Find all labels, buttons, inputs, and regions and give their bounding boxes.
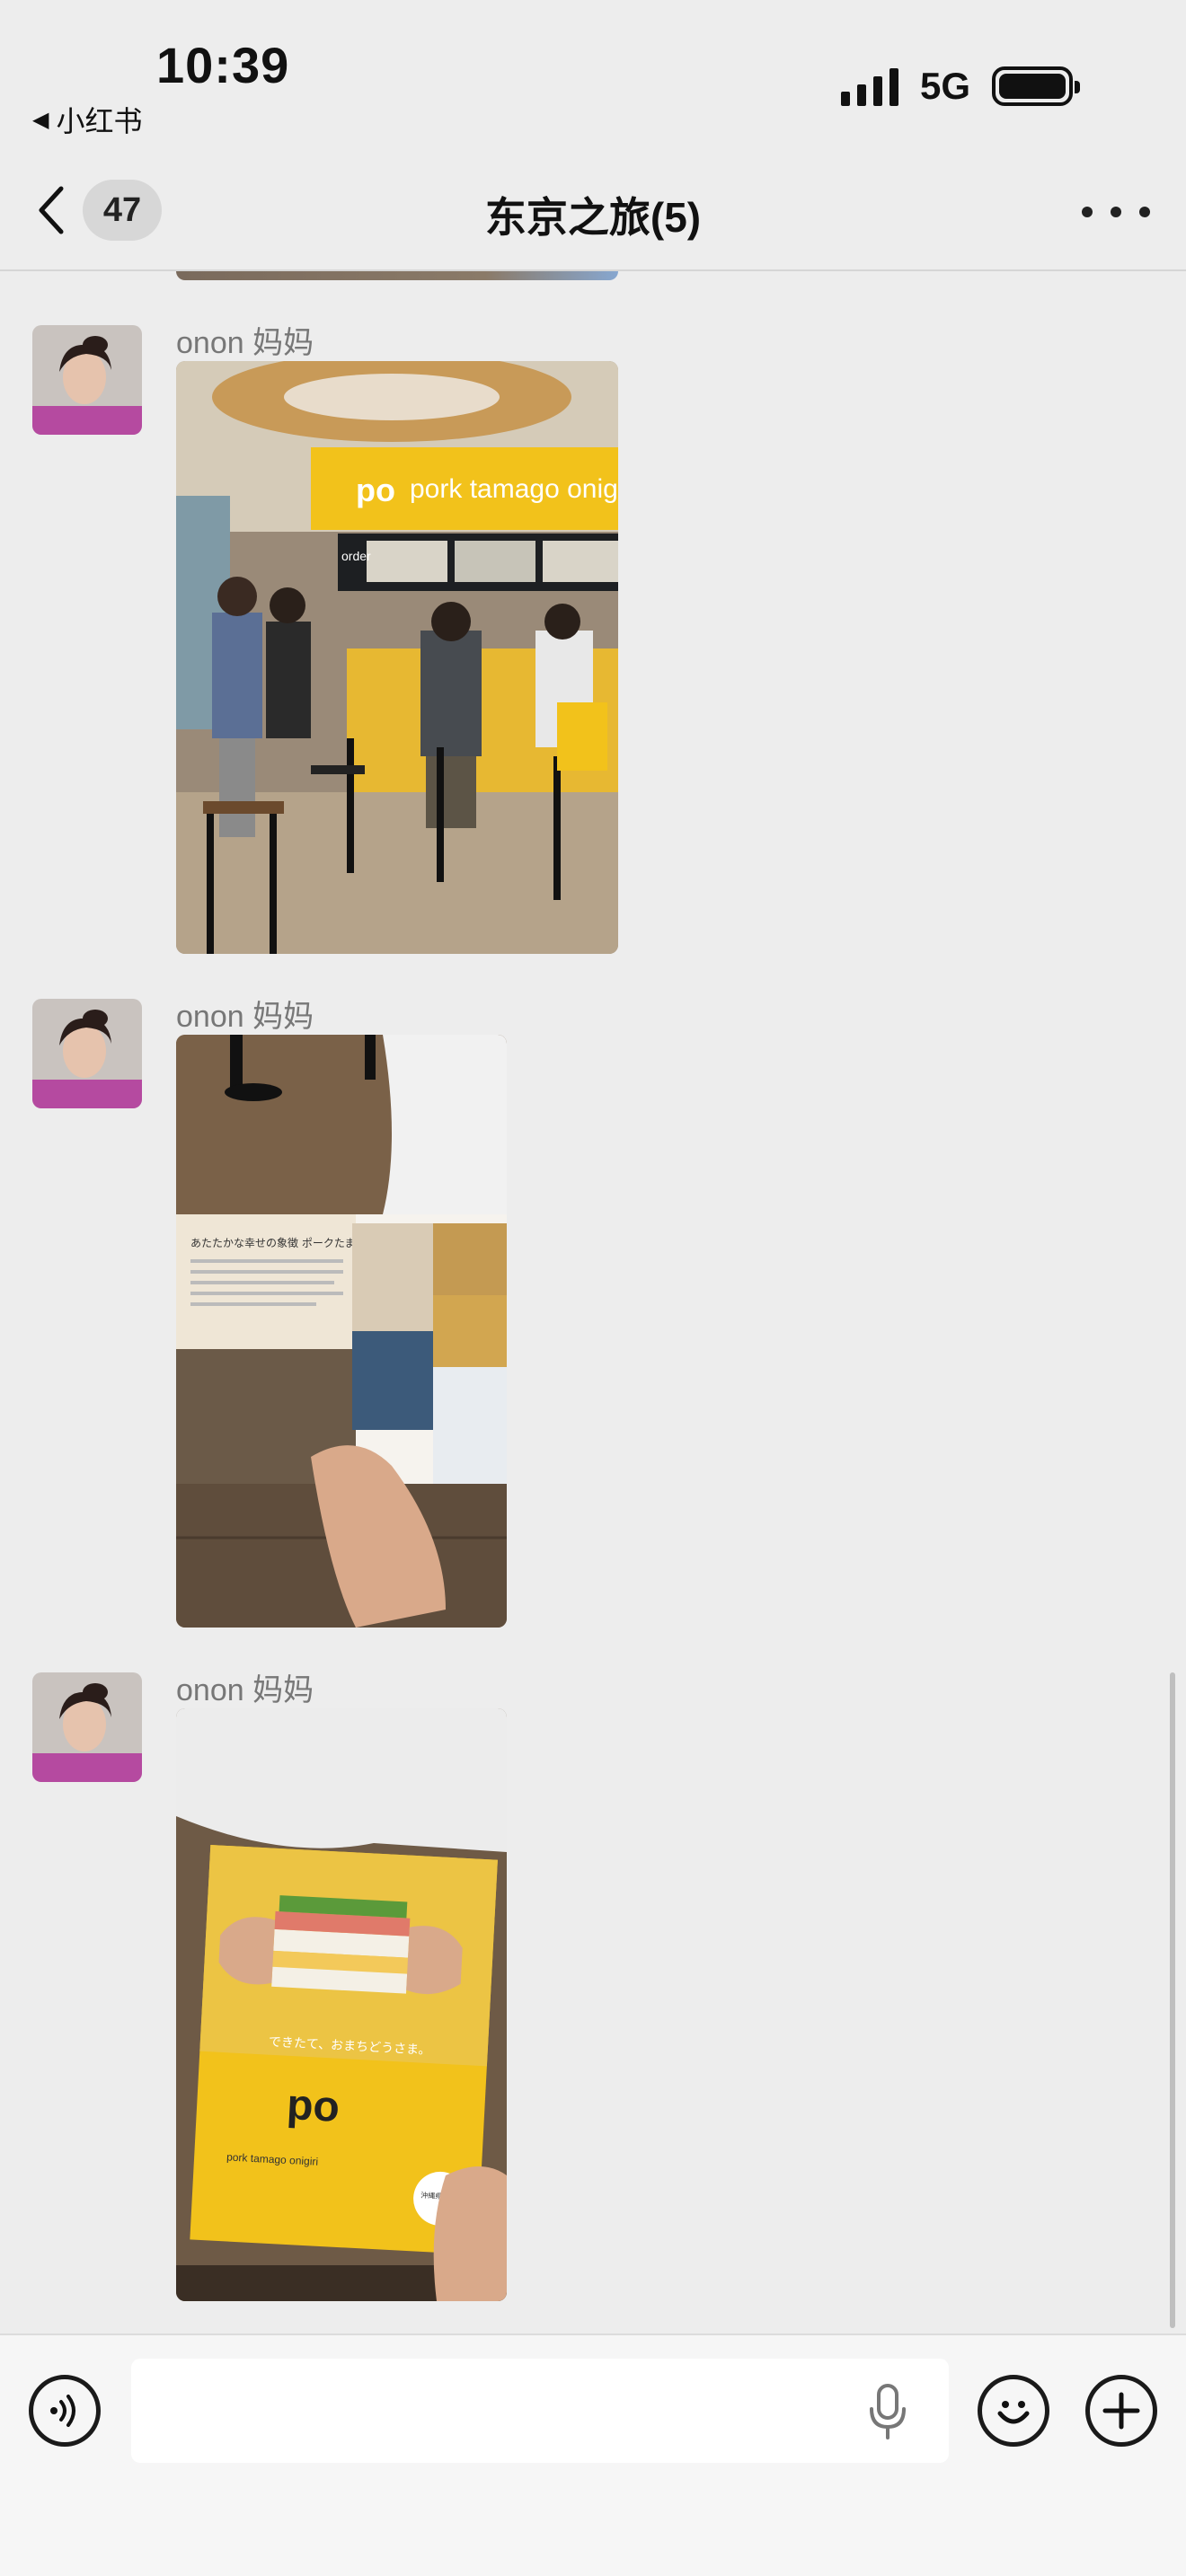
plus-icon [1102, 2392, 1140, 2430]
status-time: 10:39 [156, 37, 290, 93]
previous-photo-edge[interactable] [176, 271, 618, 280]
chat-header: 47 东京之旅(5) [0, 153, 1186, 271]
emoji-button[interactable] [978, 2375, 1049, 2447]
logo-text: po [356, 472, 395, 508]
voice-wave-icon [50, 2395, 75, 2427]
shop-sign-text: pork tamago onigi [410, 474, 618, 504]
cellular-signal-icon [841, 68, 898, 106]
more-dots-icon [1082, 207, 1093, 217]
input-bar [0, 2333, 1186, 2576]
photo-flyer-cover[interactable]: できたて、おまちどうさま。 po pork tamago onigiri 沖縄県… [176, 1708, 507, 2301]
emoji-smile-icon [997, 2401, 1030, 2424]
avatar[interactable] [32, 999, 142, 1108]
message-list[interactable]: onon 妈妈 po pork tamago onigi order onon … [0, 271, 1186, 2333]
order-sign-text: order [341, 549, 371, 563]
microphone-icon[interactable] [868, 2382, 907, 2441]
back-app-label: 小红书 [56, 105, 143, 137]
photo-pork-tamago-shop-queue[interactable]: po pork tamago onigi order [176, 361, 618, 954]
voice-toggle-button[interactable] [29, 2375, 101, 2447]
avatar[interactable] [32, 1672, 142, 1782]
scrollbar[interactable] [1170, 1672, 1175, 2328]
battery-icon [992, 66, 1080, 106]
chat-title: 东京之旅(5) [484, 194, 702, 241]
sender-name: onon 妈妈 [176, 1673, 314, 1707]
sender-name: onon 妈妈 [176, 326, 314, 360]
plus-button[interactable] [1085, 2375, 1157, 2447]
status-bar: 10:39 ◀ 小红书 5G [0, 0, 1186, 153]
avatar[interactable] [32, 325, 142, 435]
photo-flyer-inside[interactable]: あたたかな幸せの象徴 ポークたまごおにぎり [176, 1035, 507, 1628]
more-button[interactable] [1082, 198, 1150, 226]
network-type: 5G [920, 65, 971, 107]
back-to-app-link[interactable]: ◀ 小红书 [32, 99, 142, 140]
message-input[interactable] [131, 2359, 949, 2463]
flyer-logo-text: po [286, 2081, 341, 2131]
sender-name: onon 妈妈 [176, 1000, 314, 1034]
back-triangle-icon: ◀ [32, 107, 49, 132]
